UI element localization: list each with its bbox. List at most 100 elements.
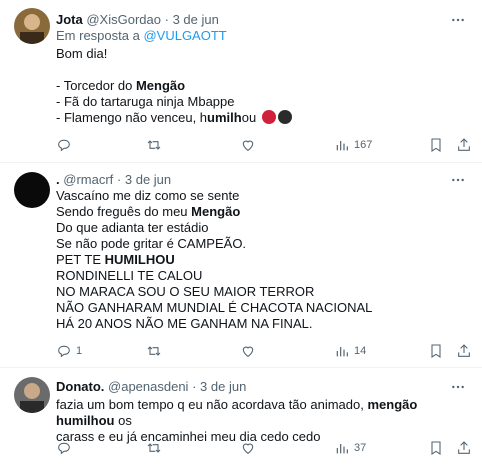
separator-dot: · [116,172,122,187]
text-fragment: PET TE [56,252,105,267]
text-line: fazia um bom tempo q eu não acordava tão… [56,397,468,429]
bookmark-button[interactable] [428,342,444,360]
text-line: - Torcedor do Mengão [56,78,468,94]
bold-word: Mengão [135,78,186,93]
views-button[interactable]: 14 [334,342,366,360]
black-circle-emoji [277,110,292,124]
text-line: Bom dia! [56,46,108,61]
text-line: - Fã do tartaruga ninja Mbappe [56,94,235,109]
reply-icon [58,442,70,455]
bold-word: Mengão [191,204,241,219]
heart-icon [242,140,254,151]
tweet-text: Vascaíno me diz como se sente Sendo freg… [56,188,468,332]
text-line: Se não pode gritar é CAMPEÃO. [56,236,247,251]
views-icon [336,141,348,151]
text-fragment: os [114,413,132,428]
tweet-header: Donato. @apenasdeni · 3 de jun [56,379,246,395]
retweet-icon [147,140,161,150]
reply-button[interactable] [56,439,76,457]
text-line: Do que adianta ter estádio [56,220,209,235]
reply-prefix: Em resposta a [56,28,140,43]
reply-context: Em resposta a @VULGAOTT [56,28,227,44]
tweet-header: Jota @XisGordao · 3 de jun [56,12,219,28]
share-icon [458,138,470,151]
views-count: 167 [354,139,373,151]
timestamp[interactable]: 3 de jun [125,172,171,187]
tweet-header: . @rmacrf · 3 de jun [56,172,171,188]
author-handle[interactable]: @rmacrf [63,172,113,187]
share-button[interactable] [456,136,472,154]
retweet-icon [147,443,161,453]
action-bar: 167 [56,136,476,154]
text-line: - Flamengo não venceu, humilhou [56,110,468,126]
like-button[interactable] [240,136,260,154]
text-line: Vascaíno me diz como se sente [56,188,240,203]
heart-icon [242,346,254,357]
views-button[interactable]: 167 [334,136,372,154]
separator-dot: · [164,12,169,27]
text-line: NO MARACA SOU O SEU MAIOR TERROR [56,284,315,299]
bookmark-icon [431,138,441,152]
retweet-icon [147,346,161,356]
bookmark-button[interactable] [428,136,444,154]
like-button[interactable] [240,439,260,457]
tweet-3[interactable]: Donato. @apenasdeni · 3 de jun fazia um … [0,367,482,471]
reply-button[interactable] [56,136,76,154]
reply-button[interactable]: 1 [56,342,82,360]
timestamp[interactable]: 3 de jun [173,12,219,27]
author-name[interactable]: . [56,172,60,187]
tweet-text: Bom dia! - Torcedor do Mengão - Fã do ta… [56,46,468,126]
avatar[interactable] [14,377,50,413]
views-count: 37 [354,442,367,454]
retweet-button[interactable] [146,342,166,360]
timestamp[interactable]: 3 de jun [200,379,246,394]
avatar[interactable] [14,172,50,208]
retweet-button[interactable] [146,136,166,154]
action-bar: 37 [56,439,476,457]
reply-count: 1 [76,345,83,357]
bold-word: HUMILHOU [104,252,175,267]
text-line [56,62,468,78]
share-icon [458,344,470,357]
text-fragment: ou [241,110,257,125]
reply-icon [58,139,70,152]
author-handle[interactable]: @XisGordao [86,12,161,27]
text-line: RONDINELLI TE CALOU [56,268,203,283]
tweet-1[interactable]: Jota @XisGordao · 3 de jun Em resposta a… [0,0,482,163]
text-fragment: - Torcedor do [56,78,136,93]
views-count: 14 [354,345,367,357]
more-options-icon[interactable] [448,12,468,28]
bookmark-button[interactable] [428,439,444,457]
text-line: NÃO GANHARAM MUNDIAL É CHACOTA NACIONAL [56,300,373,315]
views-icon [336,444,348,454]
bookmark-icon [431,344,441,358]
more-options-icon[interactable] [448,379,468,395]
text-line: HÁ 20 ANOS NÃO ME GANHAM NA FINAL. [56,316,313,331]
text-line: PET TE HUMILHOU [56,252,468,268]
tweet-2[interactable]: . @rmacrf · 3 de jun Vascaíno me diz com… [0,162,482,368]
tweet-text: fazia um bom tempo q eu não acordava tão… [56,397,468,445]
author-handle[interactable]: @apenasdeni [108,379,188,394]
more-options-icon[interactable] [448,172,468,188]
views-icon [336,347,348,357]
text-fragment: fazia um bom tempo q eu não acordava tão… [56,397,368,412]
views-button[interactable]: 37 [334,439,366,457]
author-name[interactable]: Donato. [56,379,104,394]
heart-icon [242,443,254,454]
text-line: Sendo freguês do meu Mengão [56,204,468,220]
retweet-button[interactable] [146,439,166,457]
reply-icon [58,345,70,358]
text-fragment: Sendo freguês do meu [56,204,192,219]
separator-dot: · [192,379,197,394]
share-button[interactable] [456,439,472,457]
avatar[interactable] [14,8,50,44]
share-button[interactable] [456,342,472,360]
action-bar: 1 14 [56,342,476,360]
author-name[interactable]: Jota [56,12,83,27]
text-fragment: - Flamengo não venceu, h [56,110,208,125]
reply-mention-link[interactable]: @VULGAOTT [143,28,226,43]
like-button[interactable] [240,342,260,360]
share-icon [458,441,470,454]
red-circle-emoji [261,110,276,124]
bold-word: umilh [207,110,242,125]
